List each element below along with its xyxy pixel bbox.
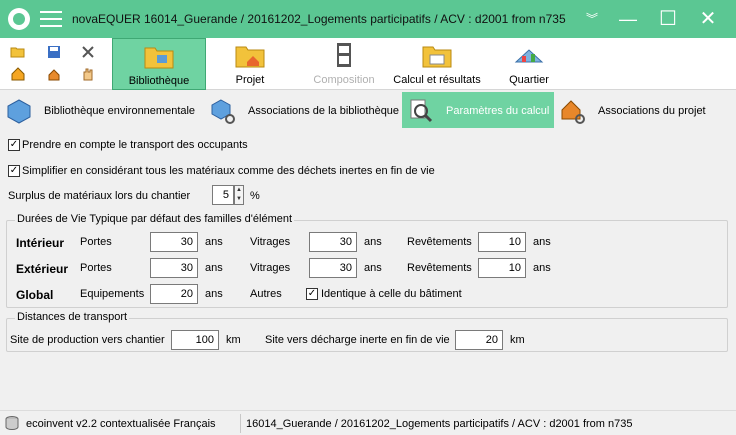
ribbon-projet-button[interactable]: Projet xyxy=(210,38,290,90)
equipements-input[interactable]: 20 xyxy=(150,284,198,304)
calculation-folder-icon xyxy=(422,46,452,68)
interieur-vitrages-input[interactable]: 30 xyxy=(309,232,357,252)
unit-ans: ans xyxy=(205,288,223,300)
library-folder-icon xyxy=(144,47,174,69)
exterieur-vitrages-input[interactable]: 30 xyxy=(309,258,357,278)
tab-associations-projet[interactable]: Associations du projet xyxy=(554,92,736,128)
interieur-portes-input[interactable]: 30 xyxy=(150,232,198,252)
minimize-button[interactable]: — xyxy=(616,7,640,31)
home-icon[interactable] xyxy=(10,66,26,82)
magnifier-document-icon xyxy=(410,99,433,123)
collapse-ribbon-icon[interactable]: ︾ xyxy=(586,10,598,27)
house-link-icon xyxy=(561,100,585,124)
ribbon-quartier-button[interactable]: Quartier xyxy=(492,38,566,90)
unit-ans: ans xyxy=(205,262,223,274)
exterieur-portes-input[interactable]: 30 xyxy=(150,258,198,278)
save-icon[interactable] xyxy=(46,44,62,60)
ribbon-calcul-label: Calcul et résultats xyxy=(393,74,481,86)
identique-batiment-checkbox[interactable]: ✓ xyxy=(306,288,318,300)
distances-title: Distances de transport xyxy=(15,311,130,323)
parameters-panel: ✓ Prendre en compte le transport des occ… xyxy=(0,130,736,410)
open-folder-icon[interactable] xyxy=(10,44,26,60)
ribbon-toolbar: Bibliothèque Projet Composition Calcul e… xyxy=(0,38,736,90)
surplus-unit: % xyxy=(250,190,260,202)
interieur-revetements-input[interactable]: 10 xyxy=(478,232,526,252)
status-project: 16014_Guerande / 20161202_Logements part… xyxy=(246,418,633,430)
decharge-input[interactable]: 20 xyxy=(455,330,503,350)
neighborhood-icon xyxy=(514,49,544,63)
tools-icon[interactable] xyxy=(80,44,96,60)
house-arrows-icon[interactable] xyxy=(46,66,62,82)
ribbon-bibliotheque-button[interactable]: Bibliothèque xyxy=(112,38,206,90)
ribbon-composition-button[interactable]: Composition xyxy=(298,38,390,90)
app-logo-icon xyxy=(8,8,30,30)
ribbon-quartier-label: Quartier xyxy=(509,74,549,86)
spinner-down-icon[interactable]: ▼ xyxy=(235,195,243,204)
exterieur-portes-label: Portes xyxy=(80,262,112,274)
ribbon-calcul-button[interactable]: Calcul et résultats xyxy=(390,38,484,90)
unit-ans: ans xyxy=(533,262,551,274)
exterieur-revetements-label: Revêtements xyxy=(407,262,472,274)
transport-occupants-label: Prendre en compte le transport des occup… xyxy=(22,139,248,151)
tab-label: Associations du projet xyxy=(598,105,706,117)
exterieur-label: Extérieur xyxy=(16,262,69,276)
unit-km: km xyxy=(510,334,525,346)
interieur-label: Intérieur xyxy=(16,236,65,250)
interieur-portes-label: Portes xyxy=(80,236,112,248)
cube-icon xyxy=(7,99,31,124)
interieur-revetements-label: Revêtements xyxy=(407,236,472,248)
decharge-label: Site vers décharge inerte en fin de vie xyxy=(265,334,450,346)
cube-link-icon xyxy=(211,99,235,124)
unit-km: km xyxy=(226,334,241,346)
unit-ans: ans xyxy=(533,236,551,248)
surplus-label: Surplus de matériaux lors du chantier xyxy=(8,190,191,202)
status-bar: ecoinvent v2.2 contextualisée Français 1… xyxy=(0,410,736,435)
exterieur-vitrages-label: Vitrages xyxy=(250,262,291,274)
title-bar: novaEQUER 16014_Guerande / 20161202_Loge… xyxy=(0,0,736,38)
app-name: novaEQUER xyxy=(72,12,141,26)
production-input[interactable]: 100 xyxy=(171,330,219,350)
project-folder-icon xyxy=(235,46,265,68)
unit-ans: ans xyxy=(364,262,382,274)
close-button[interactable]: ✕ xyxy=(696,7,720,31)
surplus-spinner[interactable]: ▲ ▼ xyxy=(234,185,244,205)
hamburger-menu-icon[interactable] xyxy=(40,11,62,27)
tab-label: Bibliothèque environnementale xyxy=(44,105,196,117)
hand-icon[interactable] xyxy=(80,66,96,82)
maximize-button[interactable]: ☐ xyxy=(656,7,680,31)
database-icon xyxy=(5,416,19,431)
exterieur-revetements-input[interactable]: 10 xyxy=(478,258,526,278)
unit-ans: ans xyxy=(364,236,382,248)
durees-vie-title: Durées de Vie Typique par défaut des fam… xyxy=(15,213,295,225)
interieur-vitrages-label: Vitrages xyxy=(250,236,291,248)
production-label: Site de production vers chantier xyxy=(10,334,165,346)
transport-occupants-checkbox[interactable]: ✓ xyxy=(8,139,20,151)
ribbon-bibliotheque-label: Bibliothèque xyxy=(128,75,190,87)
tab-bar: Bibliothèque environnementale Associatio… xyxy=(0,92,736,128)
tab-bibliotheque-environnementale[interactable]: Bibliothèque environnementale xyxy=(0,92,204,128)
spinner-up-icon[interactable]: ▲ xyxy=(235,186,243,195)
autres-label: Autres xyxy=(250,288,282,300)
status-divider xyxy=(240,414,241,433)
tab-parametres-calcul[interactable]: Paramètres du calcul xyxy=(402,92,554,128)
unit-ans: ans xyxy=(205,236,223,248)
simplifier-dechets-checkbox[interactable]: ✓ xyxy=(8,165,20,177)
identique-batiment-label: Identique à celle du bâtiment xyxy=(321,288,462,300)
tab-associations-bibliotheque[interactable]: Associations de la bibliothèque xyxy=(204,92,402,128)
simplifier-dechets-label: Simplifier en considérant tous les matér… xyxy=(22,165,435,177)
tab-label: Associations de la bibliothèque xyxy=(248,105,400,117)
surplus-input[interactable]: 5 xyxy=(212,185,234,205)
composition-icon xyxy=(337,43,351,67)
ribbon-composition-label: Composition xyxy=(313,74,375,86)
database-name: ecoinvent v2.2 contextualisée Français xyxy=(26,418,216,430)
ribbon-projet-label: Projet xyxy=(235,74,265,86)
global-label: Global xyxy=(16,288,54,302)
tab-label: Paramètres du calcul xyxy=(446,105,550,117)
document-title: 16014_Guerande / 20161202_Logements part… xyxy=(144,12,566,26)
equipements-label: Equipements xyxy=(80,288,145,300)
